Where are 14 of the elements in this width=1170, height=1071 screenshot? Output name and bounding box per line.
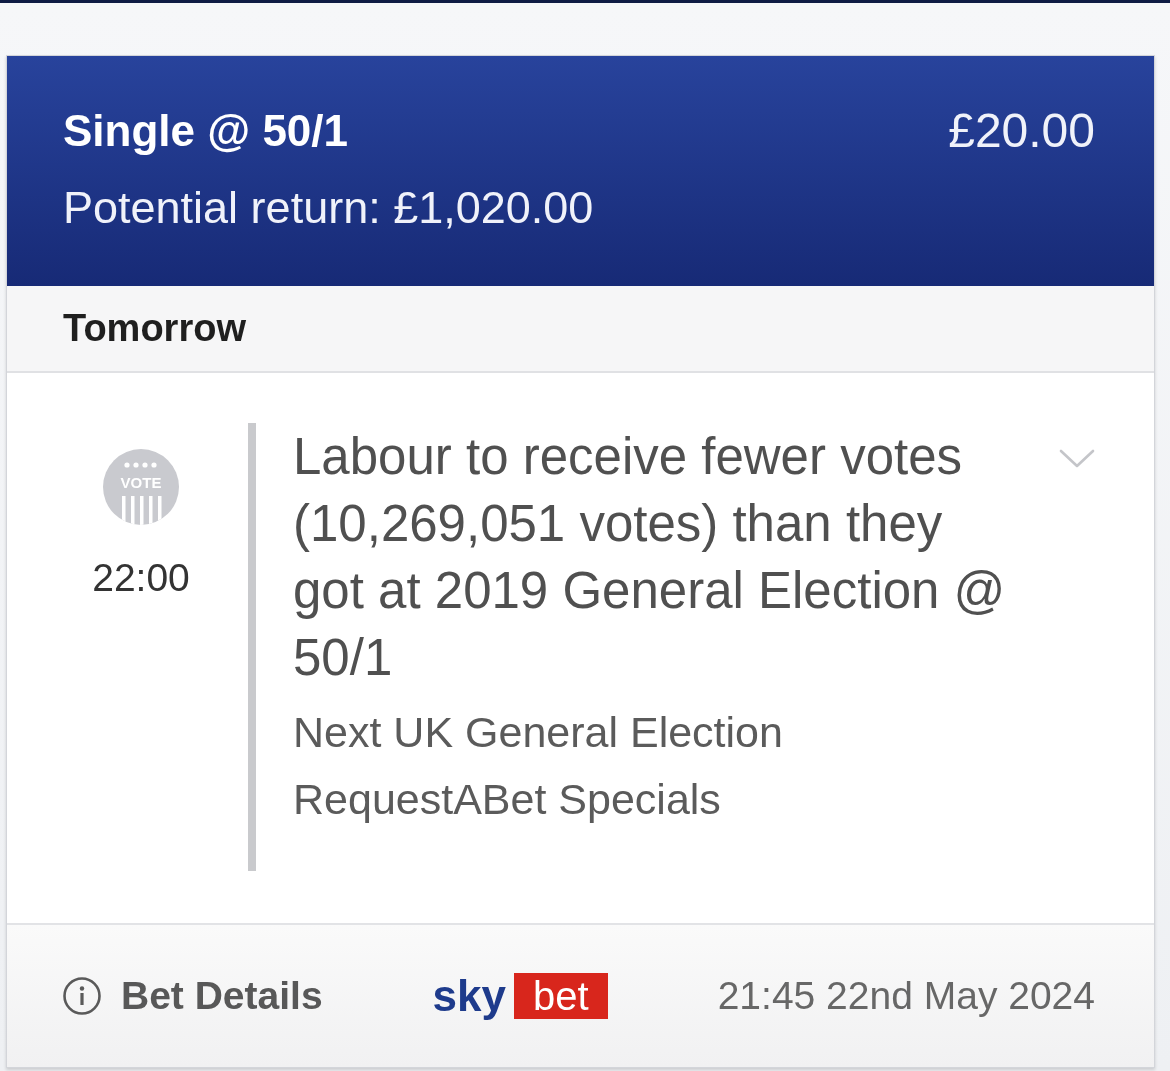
logo-wordmark: sky: [432, 973, 507, 1019]
potential-return-text: Potential return: £1,020.00: [63, 182, 594, 234]
placed-date: 21:45 22nd May 2024: [717, 974, 1095, 1018]
bet-type-title: Single @ 50/1: [63, 105, 349, 157]
info-icon: [63, 977, 101, 1015]
stake-amount: £20.00: [948, 105, 1095, 157]
logo-badge: bet: [514, 973, 608, 1019]
chevron-down-icon[interactable]: [1059, 449, 1095, 469]
market-name: RequestABet Specials: [293, 774, 722, 825]
bet-details-link[interactable]: Bet Details: [63, 974, 323, 1018]
selection-text: Labour to receive fewer votes (10,269,051 votes) than they got at 2019 General Election @ 50/1: [293, 427, 1007, 688]
day-header: Tomorrow: [7, 286, 1154, 373]
event-name: Next UK General Election: [293, 707, 784, 758]
event-time: 22:00: [92, 558, 190, 598]
